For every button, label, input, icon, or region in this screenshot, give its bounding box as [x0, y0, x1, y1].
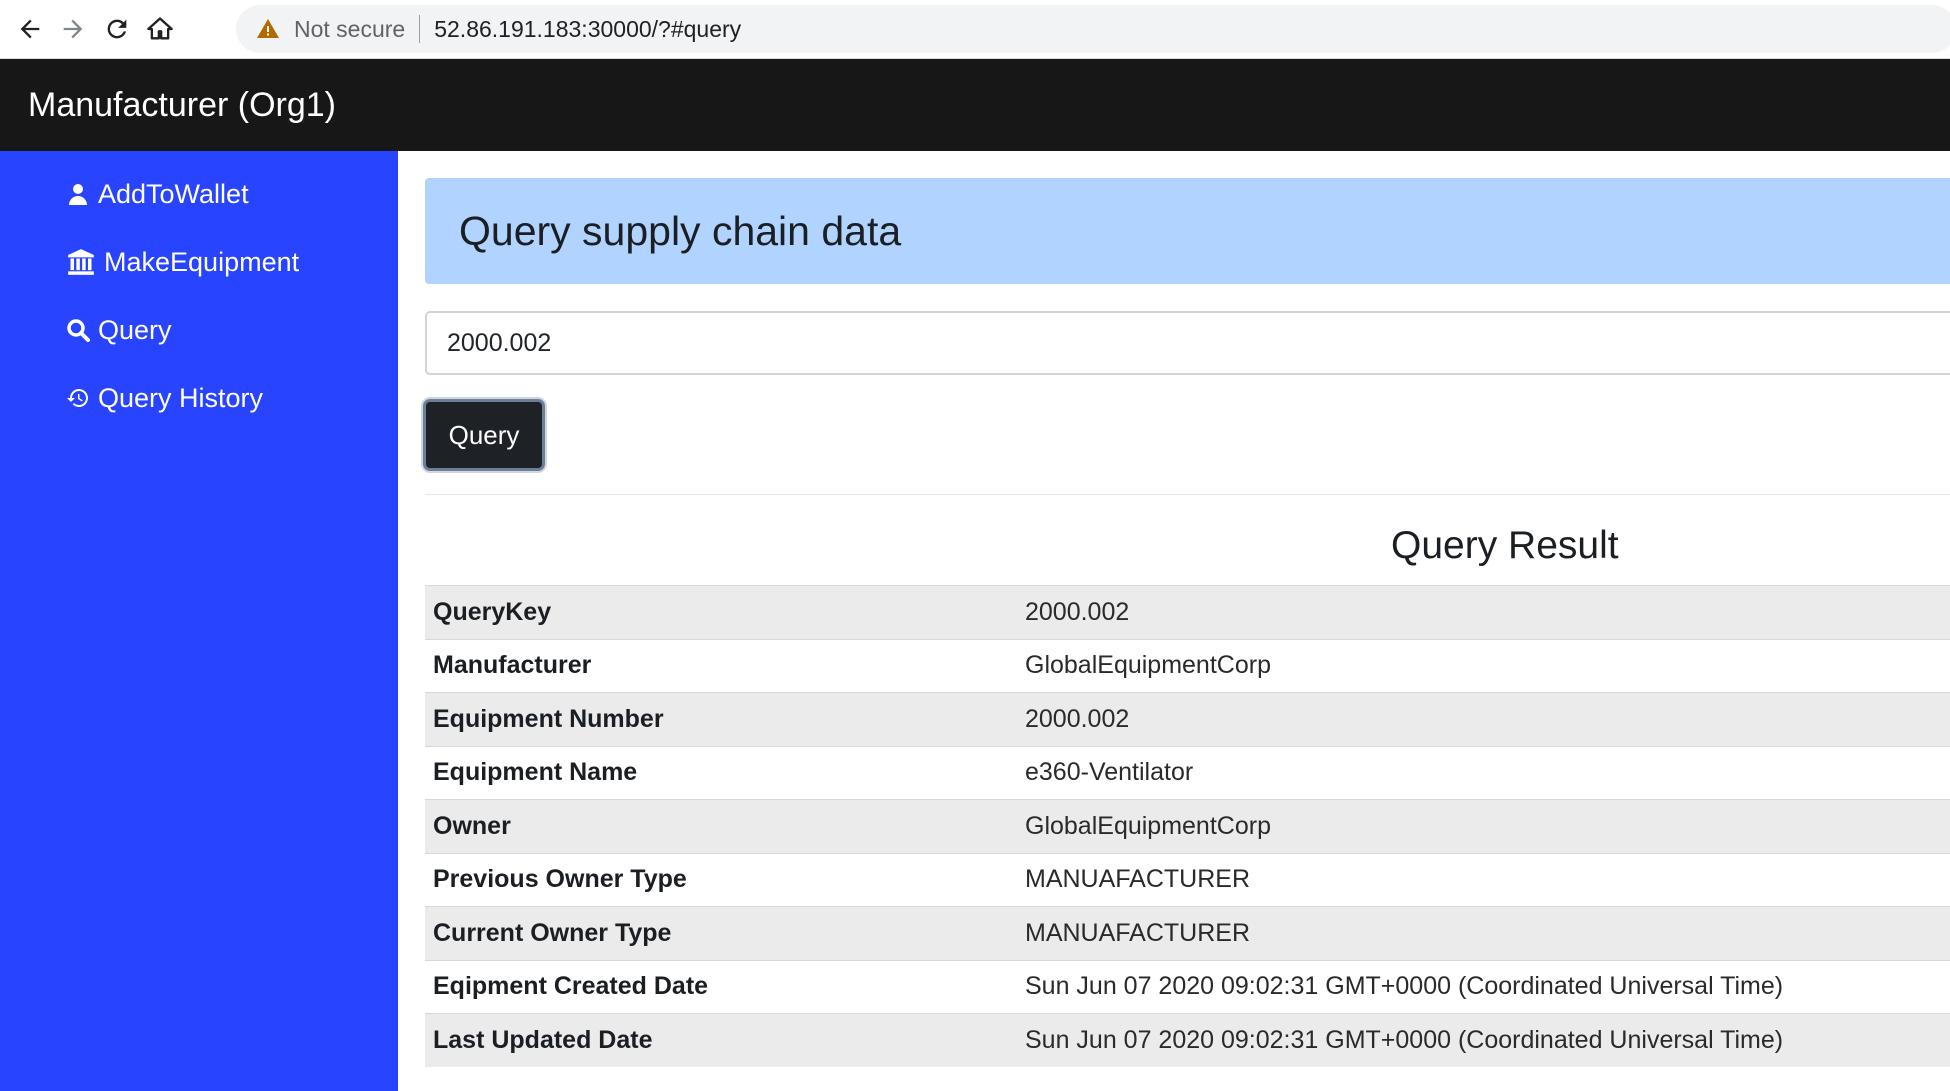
table-row: Equipment Name e360-Ventilator	[425, 746, 1950, 800]
row-key: Equipment Name	[433, 758, 638, 787]
table-row: Last Updated Date Sun Jun 07 2020 09:02:…	[425, 1013, 1950, 1067]
warning-icon	[257, 19, 279, 38]
row-value: 2000.002	[1025, 704, 1130, 733]
row-value: MANUAFACTURER	[1025, 865, 1251, 894]
sidebar-item-query[interactable]: Query	[66, 308, 172, 352]
sidebar-item-label: MakeEquipment	[104, 246, 300, 277]
row-value: GlobalEquipmentCorp	[1025, 811, 1271, 840]
row-value: e360-Ventilator	[1025, 758, 1194, 787]
row-key: Manufacturer	[433, 651, 592, 680]
sidebar-item-makeequipment[interactable]: MakeEquipment	[66, 240, 299, 284]
page-header: Query supply chain data	[425, 178, 1950, 284]
table-row: Owner GlobalEquipmentCorp	[425, 799, 1950, 853]
arrow-left-icon	[20, 19, 40, 39]
table-row: Manufacturer GlobalEquipmentCorp	[425, 639, 1950, 693]
search-icon	[67, 319, 90, 342]
row-value: MANUAFACTURER	[1025, 918, 1251, 947]
divider	[425, 494, 1950, 495]
sidebar: AddToWallet MakeEquipment Query Query Hi…	[0, 151, 398, 1091]
back-button[interactable]	[10, 9, 50, 49]
reload-icon	[107, 19, 127, 39]
sidebar-item-label: AddToWallet	[98, 178, 249, 209]
table-row: QueryKey 2000.002	[425, 585, 1950, 639]
query-button[interactable]: Query	[423, 399, 545, 471]
result-title: Query Result	[1391, 524, 1619, 567]
history-icon	[67, 389, 88, 407]
sidebar-item-query-history[interactable]: Query History	[66, 376, 263, 420]
brand-title[interactable]: Manufacturer (Org1)	[28, 86, 336, 125]
main-content: Query supply chain data Query Query Resu…	[398, 151, 1950, 1091]
table-row: Eqipment Created Date Sun Jun 07 2020 09…	[425, 960, 1950, 1014]
browser-toolbar: Not secure 52.86.191.183:30000/?#query	[0, 0, 1950, 59]
page-title: Query supply chain data	[459, 207, 902, 254]
row-value: 2000.002	[1025, 597, 1130, 626]
forward-button[interactable]	[53, 9, 93, 49]
home-button[interactable]	[140, 9, 180, 49]
omnibox-divider	[419, 15, 421, 43]
row-value: Sun Jun 07 2020 09:02:31 GMT+0000 (Coord…	[1025, 1026, 1784, 1054]
table-row: Current Owner Type MANUAFACTURER	[425, 906, 1950, 960]
security-label[interactable]: Not secure	[294, 16, 405, 43]
home-icon	[147, 17, 173, 40]
bank-icon	[68, 249, 94, 275]
arrow-right-icon	[63, 19, 83, 39]
url-text[interactable]: 52.86.191.183:30000/?#query	[434, 16, 741, 43]
sidebar-item-addtowallet[interactable]: AddToWallet	[66, 172, 249, 216]
table-row: Previous Owner Type MANUAFACTURER	[425, 853, 1950, 907]
user-icon	[69, 184, 87, 205]
row-key: Equipment Number	[433, 704, 664, 733]
sidebar-item-label: Query History	[98, 382, 264, 413]
row-key: Last Updated Date	[433, 1026, 653, 1054]
sidebar-item-label: Query	[98, 314, 172, 345]
row-key: Eqipment Created Date	[433, 972, 709, 1001]
table-row: Equipment Number 2000.002	[425, 692, 1950, 746]
row-key: QueryKey	[433, 597, 552, 626]
row-key: Owner	[433, 811, 511, 840]
address-bar[interactable]: Not secure 52.86.191.183:30000/?#query	[236, 5, 1950, 53]
reload-button[interactable]	[97, 9, 137, 49]
row-key: Previous Owner Type	[433, 865, 687, 894]
row-key: Current Owner Type	[433, 918, 672, 947]
top-navbar: Manufacturer (Org1)	[0, 59, 1950, 151]
row-value: Sun Jun 07 2020 09:02:31 GMT+0000 (Coord…	[1025, 972, 1784, 1001]
query-input[interactable]	[425, 311, 1950, 375]
result-table: QueryKey 2000.002 Manufacturer GlobalEqu…	[425, 585, 1950, 1067]
row-value: GlobalEquipmentCorp	[1025, 651, 1271, 680]
